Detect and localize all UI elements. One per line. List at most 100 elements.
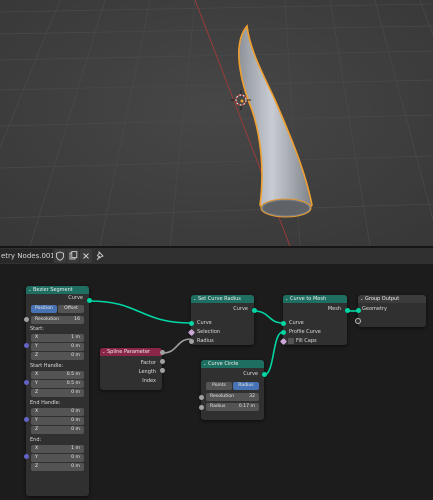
resolution-field[interactable]: Resolution 16 [31, 316, 84, 324]
start-handle-y-field[interactable]: Y 0.5 m [31, 380, 84, 388]
collapse-chevron-icon[interactable]: ⌄ [193, 295, 196, 303]
socket-output-curve[interactable] [252, 308, 257, 313]
node-curve-circle[interactable]: ⌄ Curve Circle Curve Points Radius Resolu… [201, 360, 264, 420]
start-handle-x-field[interactable]: X 0.5 m [31, 371, 84, 379]
input-label-geometry: Geometry [362, 306, 387, 312]
fake-user-button[interactable] [54, 249, 66, 263]
start-handle-label: Start Handle: [30, 363, 64, 369]
node-graph-canvas[interactable]: ⌄ Bezier Segment Curve Position Offset Re… [0, 264, 433, 500]
end-z-field[interactable]: Z0 m [31, 463, 84, 471]
link-circle-to-profile [263, 331, 284, 376]
node-curve-to-mesh[interactable]: ⌄ Curve to Mesh Mesh Curve Profile Curve … [283, 295, 347, 345]
end-handle-z-field[interactable]: Z0 m [31, 426, 84, 434]
viewport-scene [0, 0, 433, 246]
end-handle-y-field[interactable]: Y0 m [31, 417, 84, 425]
start-handle-z-field[interactable]: Z0 m [31, 389, 84, 397]
socket-input-resolution[interactable] [24, 317, 29, 322]
node-tree-name-field[interactable]: etry Nodes.001 [0, 249, 53, 263]
input-label-curve: Curve [289, 320, 304, 326]
output-label-curve: Curve [243, 371, 258, 377]
object-origin [240, 99, 244, 103]
viewport-3d[interactable] [0, 0, 433, 246]
close-icon [83, 253, 89, 259]
node-set-curve-radius[interactable]: ⌄ Set Curve Radius Curve Curve Selection … [191, 295, 254, 345]
viewport-background [0, 0, 433, 246]
collapse-chevron-icon[interactable]: ⌄ [285, 295, 288, 303]
node-header[interactable]: ⌄ Curve to Mesh [283, 295, 347, 303]
node-header[interactable]: ⌄ Bezier Segment [26, 286, 89, 294]
start-z-field[interactable]: Z0 m [31, 352, 84, 360]
duplicate-icon [69, 251, 78, 260]
socket-input-profile-curve[interactable] [281, 330, 286, 335]
fill-caps-checkbox[interactable] [288, 338, 294, 344]
node-bezier-segment[interactable]: ⌄ Bezier Segment Curve Position Offset Re… [26, 286, 89, 496]
node-title: Spline Parameter [107, 349, 150, 355]
unlink-tree-button[interactable] [80, 249, 92, 263]
socket-input-end-handle[interactable] [24, 417, 29, 422]
node-spline-parameter[interactable]: ⌄ Spline Parameter Factor Length Index [100, 348, 162, 390]
start-x-field[interactable]: X1 m [31, 334, 84, 342]
mode-offset-button[interactable]: Offset [58, 305, 84, 313]
socket-output-length[interactable] [160, 359, 165, 364]
link-bezier-to-setradius [89, 300, 192, 324]
input-label-radius: Radius [197, 338, 214, 344]
end-y-field[interactable]: Y0 m [31, 454, 84, 462]
resolution-field[interactable]: Resolution 32 [206, 393, 259, 401]
node-header[interactable]: ⌄ Group Output [358, 295, 426, 303]
output-label-length: Length [138, 369, 156, 375]
end-x-field[interactable]: X1 m [31, 445, 84, 453]
collapse-chevron-icon[interactable]: ⌄ [102, 348, 105, 356]
socket-output-index[interactable] [160, 368, 165, 373]
socket-input-resolution[interactable] [199, 395, 204, 400]
node-editor[interactable]: etry Nodes.001 ⌄ Bezier Segment Curve Po… [0, 248, 433, 500]
start-y-field[interactable]: Y0 m [31, 343, 84, 351]
mode-radius-button[interactable]: Radius [233, 382, 259, 390]
duplicate-tree-button[interactable] [67, 249, 79, 263]
node-title: Set Curve Radius [198, 296, 241, 302]
pin-icon [96, 250, 104, 261]
link-setradius-to-curvetomesh [253, 310, 284, 324]
radius-field[interactable]: Radius 0.17 m [206, 403, 259, 411]
link-factor-to-radius [162, 338, 192, 354]
collapse-chevron-icon[interactable]: ⌄ [360, 295, 363, 303]
output-label-curve: Curve [68, 295, 83, 301]
socket-output-mesh[interactable] [345, 308, 350, 313]
socket-input-empty[interactable] [355, 318, 361, 324]
collapse-chevron-icon[interactable]: ⌄ [203, 360, 206, 368]
output-label-factor: Factor [140, 360, 156, 366]
socket-input-start-handle[interactable] [24, 380, 29, 385]
socket-input-radius[interactable] [199, 405, 204, 410]
pin-button[interactable] [94, 249, 106, 263]
node-title: Curve Circle [208, 361, 239, 367]
input-label-selection: Selection [197, 329, 221, 335]
end-handle-x-field[interactable]: X0 m [31, 408, 84, 416]
end-label: End: [30, 437, 42, 443]
input-label-profile-curve: Profile Curve [289, 329, 321, 335]
mode-position-button[interactable]: Position [31, 305, 57, 313]
socket-output-curve[interactable] [262, 372, 267, 377]
end-handle-label: End Handle: [30, 400, 61, 406]
node-title: Group Output [365, 296, 400, 302]
collapse-chevron-icon[interactable]: ⌄ [28, 286, 31, 294]
node-title: Curve to Mesh [290, 296, 327, 302]
socket-input-geometry[interactable] [356, 308, 361, 313]
output-label-curve: Curve [233, 306, 248, 312]
node-header[interactable]: ⌄ Set Curve Radius [191, 295, 254, 303]
node-header[interactable]: ⌄ Curve Circle [201, 360, 264, 368]
node-group-output[interactable]: ⌄ Group Output Geometry [358, 295, 426, 327]
socket-input-radius[interactable] [189, 339, 194, 344]
node-title: Bezier Segment [33, 287, 73, 293]
socket-output-curve[interactable] [87, 298, 92, 303]
input-label-fill-caps: Fill Caps [296, 338, 317, 344]
socket-input-end[interactable] [24, 454, 29, 459]
node-header[interactable]: ⌄ Spline Parameter [100, 348, 162, 356]
socket-output-factor[interactable] [160, 350, 165, 355]
socket-input-curve[interactable] [189, 321, 194, 326]
mode-points-button[interactable]: Points [206, 382, 232, 390]
socket-input-curve[interactable] [281, 321, 286, 326]
shield-icon [56, 251, 64, 261]
start-label: Start: [30, 326, 44, 332]
socket-input-start[interactable] [24, 343, 29, 348]
output-label-mesh: Mesh [327, 306, 341, 312]
input-label-curve: Curve [197, 320, 212, 326]
